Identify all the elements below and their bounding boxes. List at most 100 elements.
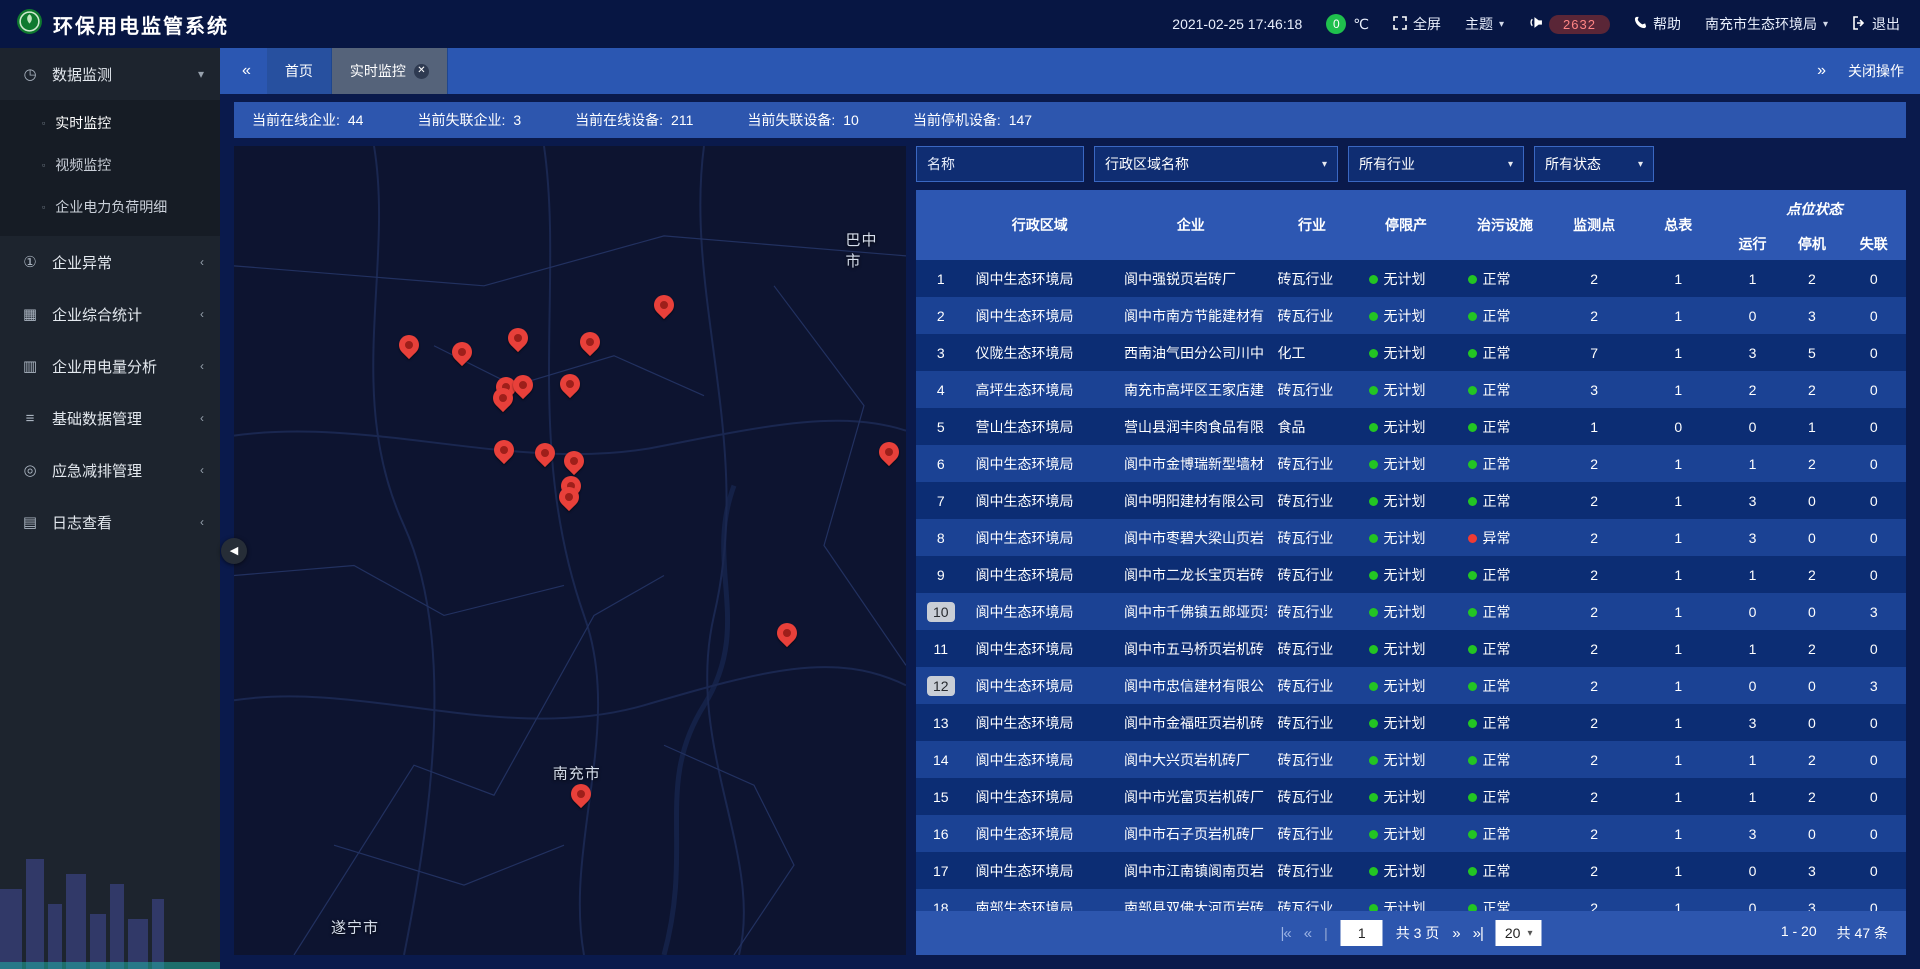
cell-company: 阆中市金博瑞新型墙材 xyxy=(1114,445,1267,482)
limit-status-dot xyxy=(1369,312,1378,321)
pagination-bar: |« « | 共 3 页 » »| 20 ▾ xyxy=(916,911,1906,955)
table-row[interactable]: 15 阆中生态环境局 阆中市光富页岩机砖厂 砖瓦行业 无计划 正常 2 1 1 … xyxy=(916,778,1906,815)
cell-industry: 砖瓦行业 xyxy=(1267,704,1356,741)
table-row[interactable]: 17 阆中生态环境局 阆中市江南镇阆南页岩 砖瓦行业 无计划 正常 2 1 0 … xyxy=(916,852,1906,889)
sidebar-section[interactable]: ▤ 日志查看 ‹ xyxy=(0,496,220,548)
row-number: 6 xyxy=(937,456,945,472)
tabs-scroll-right-button[interactable]: » xyxy=(1811,62,1832,80)
cell-limit: 无计划 xyxy=(1357,334,1456,371)
prev-page-button[interactable]: « xyxy=(1304,925,1311,942)
cell-lost: 3 xyxy=(1842,593,1906,630)
table-row[interactable]: 18 南部生态环境局 南部县双佛大河页岩砖 砖瓦行业 无计划 正常 2 1 0 … xyxy=(916,889,1906,911)
logout-icon xyxy=(1852,16,1866,33)
column-facility: 治污设施 xyxy=(1456,190,1555,260)
stat-item: 当前失联设备: 10 xyxy=(747,110,858,130)
logout-button[interactable]: 退出 xyxy=(1852,14,1900,34)
cell-facility: 正常 xyxy=(1456,630,1555,667)
cell-facility: 正常 xyxy=(1456,556,1555,593)
help-button[interactable]: 帮助 xyxy=(1634,14,1681,34)
stats-icon: ▦ xyxy=(20,305,40,323)
cell-region: 阆中生态环境局 xyxy=(966,741,1115,778)
tabs-scroll-left-button[interactable]: « xyxy=(236,62,257,80)
tab[interactable]: 首页 xyxy=(267,48,332,94)
status-filter-select[interactable]: 所有状态 ▾ xyxy=(1534,146,1654,182)
fullscreen-button[interactable]: 全屏 xyxy=(1393,14,1441,34)
emergency-icon: ◎ xyxy=(20,461,40,479)
next-page-button[interactable]: » xyxy=(1452,925,1459,942)
theme-dropdown[interactable]: 主题 ▾ xyxy=(1465,14,1504,34)
section-chevron-icon: ‹ xyxy=(200,307,204,321)
sidebar-section[interactable]: ▦ 企业综合统计 ‹ xyxy=(0,288,220,340)
sidebar-item[interactable]: ▫ 视频监控 xyxy=(0,144,220,186)
industry-filter-select[interactable]: 所有行业 ▾ xyxy=(1348,146,1524,182)
page-size-select[interactable]: 20 ▾ xyxy=(1496,920,1542,946)
close-operations-button[interactable]: 关闭操作 xyxy=(1848,61,1904,81)
name-filter-input[interactable] xyxy=(916,146,1084,182)
cell-lost: 0 xyxy=(1842,445,1906,482)
region-filter-select[interactable]: 行政区域名称 ▾ xyxy=(1094,146,1338,182)
tab-close-icon[interactable]: ✕ xyxy=(414,64,429,79)
sidebar-section[interactable]: ◎ 应急减排管理 ‹ xyxy=(0,444,220,496)
alarm-indicator[interactable]: 2632 xyxy=(1528,15,1610,34)
row-number: 14 xyxy=(933,752,949,768)
map-panel[interactable]: ◀ 巴中市南充市遂宁市 xyxy=(234,146,906,955)
cell-run: 1 xyxy=(1723,556,1782,593)
cell-facility: 正常 xyxy=(1456,371,1555,408)
table-row[interactable]: 4 高坪生态环境局 南充市高坪区王家店建 砖瓦行业 无计划 正常 3 1 2 2… xyxy=(916,371,1906,408)
column-points: 监测点 xyxy=(1555,190,1634,260)
cell-company: 阆中明阳建材有限公司 xyxy=(1114,482,1267,519)
cell-run: 2 xyxy=(1723,371,1782,408)
table-row[interactable]: 2 阆中生态环境局 阆中市南方节能建材有 砖瓦行业 无计划 正常 2 1 0 3… xyxy=(916,297,1906,334)
cell-stop: 0 xyxy=(1782,704,1841,741)
content-area: « 首页 实时监控 ✕ » 关闭操作 当前在线企业: 44 当前失联企业: 3 … xyxy=(220,48,1920,969)
cell-stop: 1 xyxy=(1782,408,1841,445)
cell-company: 阆中市千佛镇五郎垭页岩 xyxy=(1114,593,1267,630)
limit-status-dot xyxy=(1369,460,1378,469)
chevron-down-icon: ▾ xyxy=(1508,159,1513,170)
table-row[interactable]: 7 阆中生态环境局 阆中明阳建材有限公司 砖瓦行业 无计划 正常 2 1 3 0… xyxy=(916,482,1906,519)
sidebar-section[interactable]: ◷ 数据监测 ▾ xyxy=(0,48,220,100)
cell-points: 2 xyxy=(1555,519,1634,556)
facility-status-dot xyxy=(1468,497,1477,506)
column-point-status: 点位状态 xyxy=(1723,190,1906,228)
cell-region: 阆中生态环境局 xyxy=(966,667,1115,704)
table-row[interactable]: 1 阆中生态环境局 阆中强锐页岩砖厂 砖瓦行业 无计划 正常 2 1 1 2 0 xyxy=(916,260,1906,297)
sidebar-item[interactable]: ▫ 实时监控 xyxy=(0,102,220,144)
table-row[interactable]: 6 阆中生态环境局 阆中市金博瑞新型墙材 砖瓦行业 无计划 正常 2 1 1 2… xyxy=(916,445,1906,482)
stat-value: 10 xyxy=(843,112,859,128)
sidebar-section[interactable]: ① 企业异常 ‹ xyxy=(0,236,220,288)
cell-lost: 0 xyxy=(1842,334,1906,371)
table-row[interactable]: 14 阆中生态环境局 阆中大兴页岩机砖厂 砖瓦行业 无计划 正常 2 1 1 2… xyxy=(916,741,1906,778)
table-row[interactable]: 12 阆中生态环境局 阆中市忠信建材有限公 砖瓦行业 无计划 正常 2 1 0 … xyxy=(916,667,1906,704)
table-row[interactable]: 16 阆中生态环境局 阆中市石子页岩机砖厂 砖瓦行业 无计划 正常 2 1 3 … xyxy=(916,815,1906,852)
table-row[interactable]: 8 阆中生态环境局 阆中市枣碧大梁山页岩 砖瓦行业 无计划 异常 2 1 3 0… xyxy=(916,519,1906,556)
table-row[interactable]: 9 阆中生态环境局 阆中市二龙长宝页岩砖 砖瓦行业 无计划 正常 2 1 1 2… xyxy=(916,556,1906,593)
cell-company: 阆中市南方节能建材有 xyxy=(1114,297,1267,334)
cell-stop: 2 xyxy=(1782,371,1841,408)
column-limit: 停限产 xyxy=(1357,190,1456,260)
sidebar-section[interactable]: ▥ 企业用电量分析 ‹ xyxy=(0,340,220,392)
stat-label: 当前在线设备: xyxy=(575,110,663,130)
table-row[interactable]: 3 仪陇生态环境局 西南油气田分公司川中 化工 无计划 正常 7 1 3 5 0 xyxy=(916,334,1906,371)
table-row[interactable]: 10 阆中生态环境局 阆中市千佛镇五郎垭页岩 砖瓦行业 无计划 正常 2 1 0… xyxy=(916,593,1906,630)
org-dropdown[interactable]: 南充市生态环境局 ▾ xyxy=(1705,14,1828,34)
cell-points: 3 xyxy=(1555,371,1634,408)
temperature-unit: ℃ xyxy=(1353,16,1369,33)
map-collapse-button[interactable]: ◀ xyxy=(221,538,247,564)
sidebar-section[interactable]: ≡ 基础数据管理 ‹ xyxy=(0,392,220,444)
cell-facility: 正常 xyxy=(1456,260,1555,297)
table-row[interactable]: 5 营山生态环境局 营山县润丰肉食品有限 食品 无计划 正常 1 0 0 1 0 xyxy=(916,408,1906,445)
table-row[interactable]: 13 阆中生态环境局 阆中市金福旺页岩机砖 砖瓦行业 无计划 正常 2 1 3 … xyxy=(916,704,1906,741)
sidebar-item[interactable]: ▫ 企业电力负荷明细 xyxy=(0,186,220,228)
table-row[interactable]: 11 阆中生态环境局 阆中市五马桥页岩机砖 砖瓦行业 无计划 正常 2 1 1 … xyxy=(916,630,1906,667)
record-total-label: 共 47 条 xyxy=(1837,923,1888,943)
tab[interactable]: 实时监控 ✕ xyxy=(332,48,448,94)
first-page-button[interactable]: |« xyxy=(1280,925,1290,942)
stat-item: 当前停机设备: 147 xyxy=(913,110,1032,130)
cell-company: 阆中市五马桥页岩机砖 xyxy=(1114,630,1267,667)
map-canvas xyxy=(234,146,906,955)
last-page-button[interactable]: »| xyxy=(1473,925,1483,942)
limit-status-dot xyxy=(1369,275,1378,284)
facility-status-dot xyxy=(1468,571,1477,580)
page-number-input[interactable] xyxy=(1341,920,1383,946)
